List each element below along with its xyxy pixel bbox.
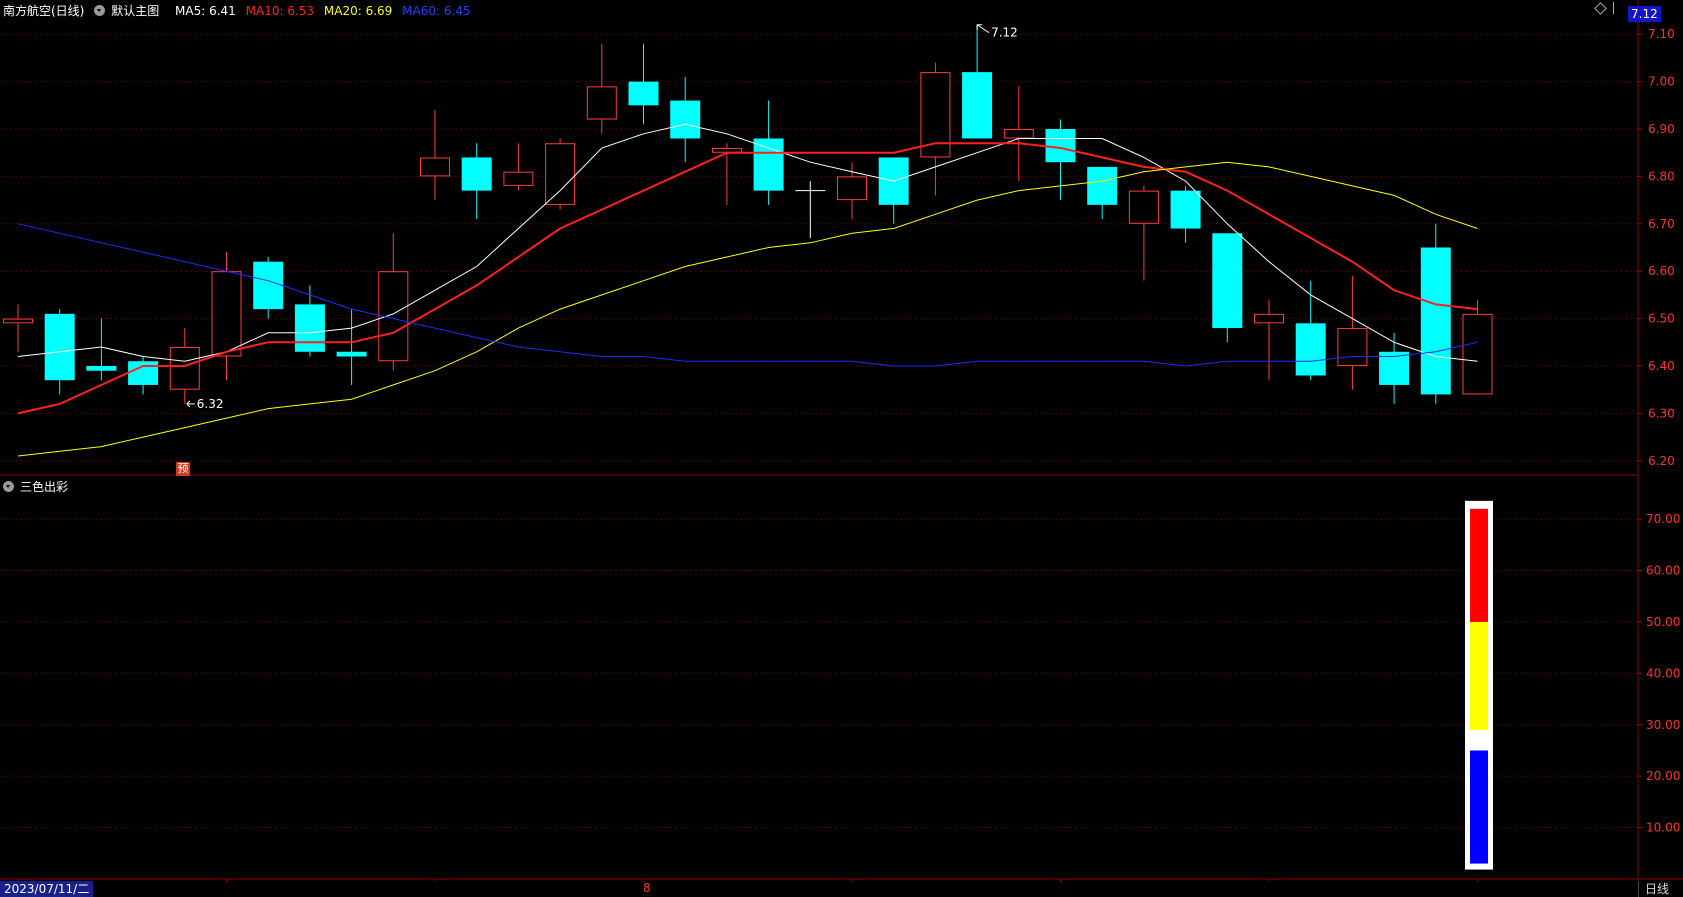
ma10-label: MA10: 6.53 [245,4,315,18]
menu-icon[interactable] [1613,2,1624,14]
candle-body [1420,247,1451,395]
candle-body [294,304,325,352]
indicator-tick-label: 10.00 [1646,821,1680,835]
dropdown-circle-icon[interactable] [3,481,14,492]
candle-body [753,138,784,191]
candle-body [1003,129,1034,139]
candle-body [586,86,617,120]
price-tick-label: 6.20 [1648,454,1675,468]
price-tick-label: 6.90 [1648,122,1675,136]
price-tick-label: 6.60 [1648,264,1675,278]
current-price-tag: 7.12 [1628,6,1661,22]
indicator-segment-red [1470,508,1488,622]
indicator-segment-yellow [1470,621,1488,730]
candle-body [1337,328,1368,366]
low-price-annotation: 6.32 [197,397,224,411]
stock-chart-window: 7.10 7.00 6.90 6.80 6.70 6.60 6.50 6.40 6.30 6.20… [0,0,1683,897]
month-marker: 8 [643,881,651,895]
high-price-annotation: 7.12 [991,26,1018,40]
chart-canvas[interactable]: 7.10 7.00 6.90 6.80 6.70 6.60 6.50 6.40 6.30 6.20… [0,0,1683,897]
candle-body [920,72,951,158]
period-label[interactable]: 日线 [1638,881,1675,897]
candle-body [1087,166,1118,205]
cursor-date: 2023/07/11/二 [0,881,94,897]
candle-body [336,351,367,357]
candle-body [169,347,200,390]
price-tick-label: 6.80 [1648,169,1675,183]
price-tick-label: 6.30 [1648,406,1675,420]
indicator-tick-label: 50.00 [1646,615,1680,629]
price-tick-label: 6.70 [1648,217,1675,231]
indicator-tick-label: 40.00 [1646,666,1680,680]
ma20-label: MA20: 6.69 [323,4,393,18]
ma5-label: MA5: 6.41 [175,4,236,18]
sub-panel-title: 三色出彩 [20,480,69,494]
annotation-arrow [976,24,990,34]
candle-body [420,157,450,177]
indicator-tick-label: 20.00 [1646,769,1680,783]
candle-body [1462,313,1493,395]
dropdown-circle-icon[interactable] [94,5,106,16]
candle-body [211,271,242,357]
candle-body [86,365,117,371]
sub-panel-header: 三色出彩 [3,478,74,495]
price-tick-label: 6.50 [1648,312,1675,326]
forecast-badge[interactable]: 预 [176,462,190,476]
candle-body [962,72,993,139]
candle-body [711,147,742,153]
candle-body [461,157,492,191]
main-chart-header: 南方航空(日线) 默认主图 MA5: 6.41 MA10: 6.53 MA20:… [3,2,477,19]
price-tick-label: 6.40 [1648,359,1675,373]
candle-body [44,313,75,381]
candle-body [3,318,33,324]
candle-body [670,100,701,139]
main-chart-selector[interactable]: 默认主图 [94,4,165,18]
candle-body [503,171,534,186]
candle-body [1045,129,1076,163]
price-tick-label: 7.10 [1648,27,1675,41]
price-tick-label: 7.00 [1648,75,1675,89]
candle-body [1254,313,1284,324]
candle-body [253,261,284,310]
candle-body [1212,233,1243,329]
indicator-tick-label: 70.00 [1646,512,1680,526]
annotation-arrow [186,400,195,408]
indicator-segment-blue [1470,750,1488,864]
candle-body [837,176,867,201]
candle-body [128,361,159,385]
ma60-label: MA60: 6.45 [402,4,471,18]
candle-body [1128,190,1159,224]
indicator-tick-label: 60.00 [1646,564,1680,578]
candle-body [545,143,576,205]
candle-body [1170,190,1201,229]
candle-body [1295,323,1326,376]
stock-name: 南方航空(日线) [3,4,85,18]
indicator-tick-label: 30.00 [1646,718,1680,732]
candle-body [628,81,659,106]
